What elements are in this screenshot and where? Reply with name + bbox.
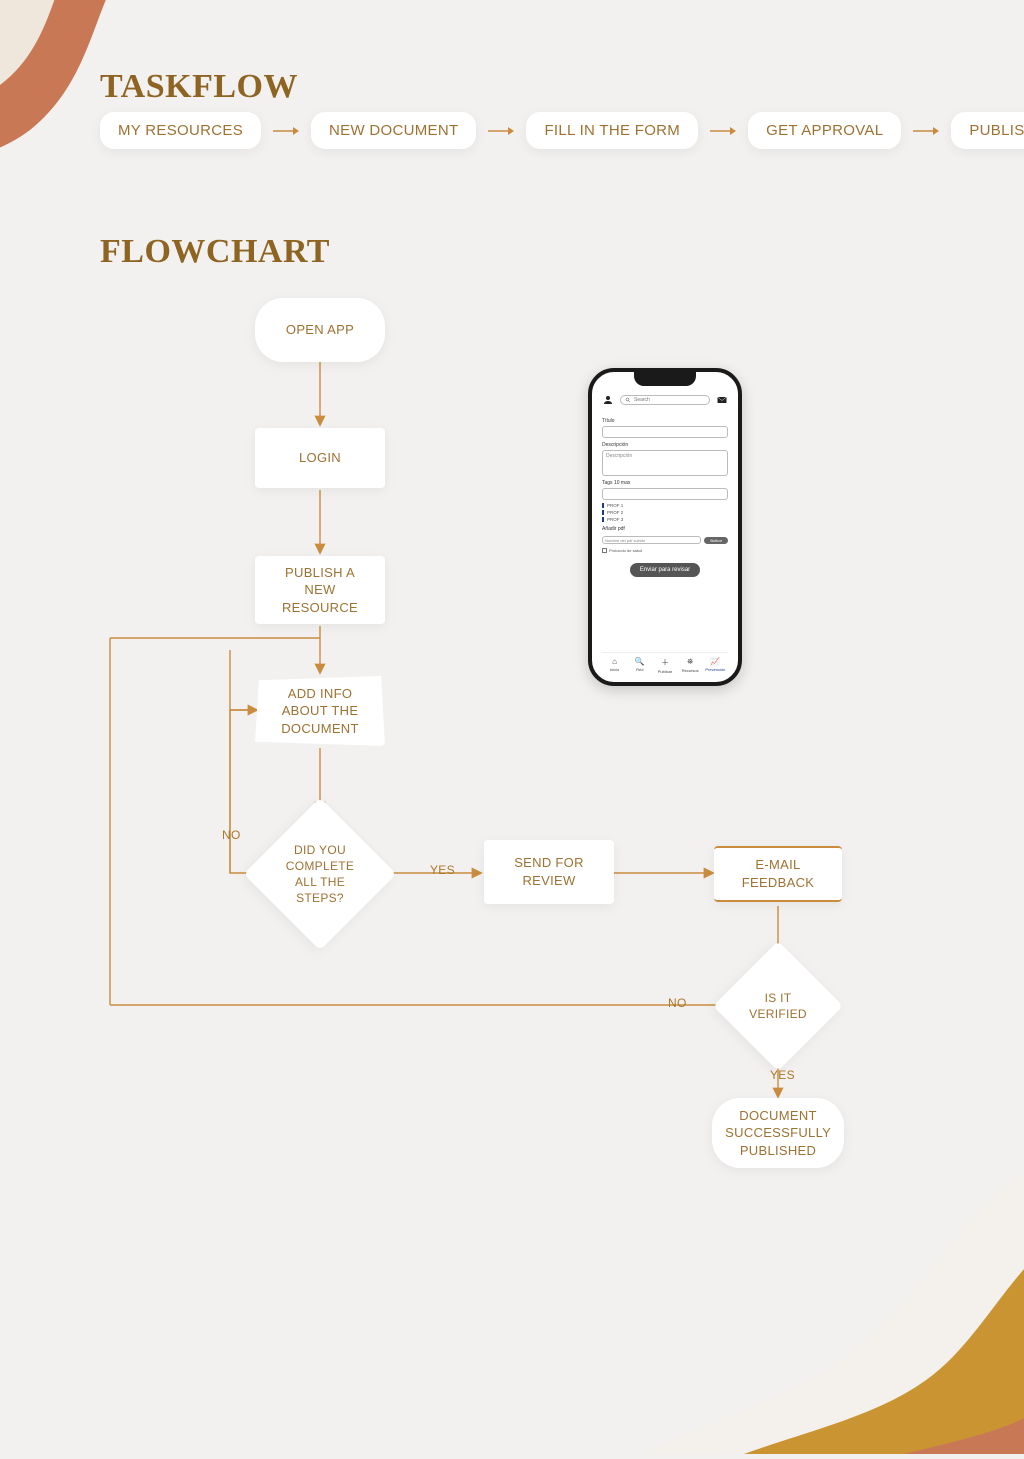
tag-item[interactable]: PROF 2 (602, 510, 728, 515)
home-icon: ⌂ (612, 657, 617, 666)
label-no-1: NO (222, 828, 241, 842)
node-email-feedback: E-MAIL FEEDBACK (714, 846, 842, 902)
nav-prevencion[interactable]: 📈Prevención (703, 657, 728, 674)
arrow-right-icon (273, 124, 299, 138)
pill-my-resources: MY RESOURCES (100, 112, 261, 149)
phone-bottom-nav: ⌂Inicio 🔍Red ＋Publicar ⛯Recursos 📈Preven… (602, 652, 728, 674)
node-decision-verified-label: IS IT VERIFIED (732, 960, 824, 1052)
nav-publicar[interactable]: ＋Publicar (652, 657, 677, 674)
node-open-app: OPEN APP (255, 298, 385, 362)
flowchart-canvas: OPEN APP LOGIN PUBLISH A NEW RESOURCE AD… (0, 280, 1024, 1240)
title-input[interactable] (602, 426, 728, 438)
pill-fill-form: FILL IN THE FORM (526, 112, 698, 149)
decor-top-left (0, 0, 220, 220)
checkbox-protocol[interactable]: Protocolo de salud (602, 548, 728, 553)
pill-publish: PUBLISH (951, 112, 1024, 149)
phone-mockup: Search Título Descripción Descripción Ta… (588, 368, 742, 686)
user-icon[interactable] (602, 394, 614, 406)
node-login: LOGIN (255, 428, 385, 488)
tag-item[interactable]: PROF 1 (602, 503, 728, 508)
pill-new-document: NEW DOCUMENT (311, 112, 476, 149)
submit-button[interactable]: Enviar para revisar (630, 563, 700, 577)
node-publish-new: PUBLISH A NEW RESOURCE (255, 556, 385, 624)
flowchart-heading: FLOWCHART (100, 233, 330, 271)
arrow-right-icon (710, 124, 736, 138)
search-placeholder: Search (634, 397, 650, 403)
tags-label: Tags 10 max (602, 480, 728, 486)
node-decision-steps-label: DID YOU COMPLETE ALL THE STEPS? (266, 820, 374, 928)
label-no-2: NO (668, 996, 687, 1010)
label-yes-1: YES (430, 863, 455, 877)
nav-recursos[interactable]: ⛯Recursos (678, 657, 703, 674)
pill-get-approval: GET APPROVAL (748, 112, 901, 149)
search-icon: 🔍 (635, 657, 645, 666)
tags-input[interactable] (602, 488, 728, 500)
chart-icon: 📈 (710, 657, 720, 666)
tag-item[interactable]: PROF 3 (602, 517, 728, 522)
plus-icon: ＋ (661, 657, 669, 668)
label-yes-2: YES (770, 1068, 795, 1082)
node-decision-steps: DID YOU COMPLETE ALL THE STEPS? (266, 820, 374, 928)
title-label: Título (602, 418, 728, 424)
arrow-right-icon (488, 124, 514, 138)
taskflow-row: MY RESOURCES NEW DOCUMENT FILL IN THE FO… (100, 112, 1024, 149)
nav-red[interactable]: 🔍Red (627, 657, 652, 674)
node-final: DOCUMENT SUCCESSFULLY PUBLISHED (712, 1098, 844, 1168)
nav-inicio[interactable]: ⌂Inicio (602, 657, 627, 674)
search-input[interactable]: Search (620, 395, 710, 405)
mail-icon[interactable] (716, 394, 728, 406)
pdf-filename: Nombre del pdf subido (602, 536, 701, 544)
desc-input[interactable]: Descripción (602, 450, 728, 476)
pdf-label: Añadir pdf (602, 526, 728, 532)
node-add-info: ADD INFO ABOUT THE DOCUMENT (255, 676, 385, 746)
flowchart-connectors (0, 280, 1024, 1240)
node-decision-verified: IS IT VERIFIED (732, 960, 824, 1052)
desc-label: Descripción (602, 442, 728, 448)
arrow-right-icon (913, 124, 939, 138)
upload-button[interactable]: Button (704, 537, 728, 544)
checkbox-label: Protocolo de salud (609, 548, 642, 553)
node-send-review: SEND FOR REVIEW (484, 840, 614, 904)
search-icon (625, 397, 631, 403)
taskflow-heading: TASKFLOW (100, 68, 298, 106)
resources-icon: ⛯ (687, 657, 693, 667)
